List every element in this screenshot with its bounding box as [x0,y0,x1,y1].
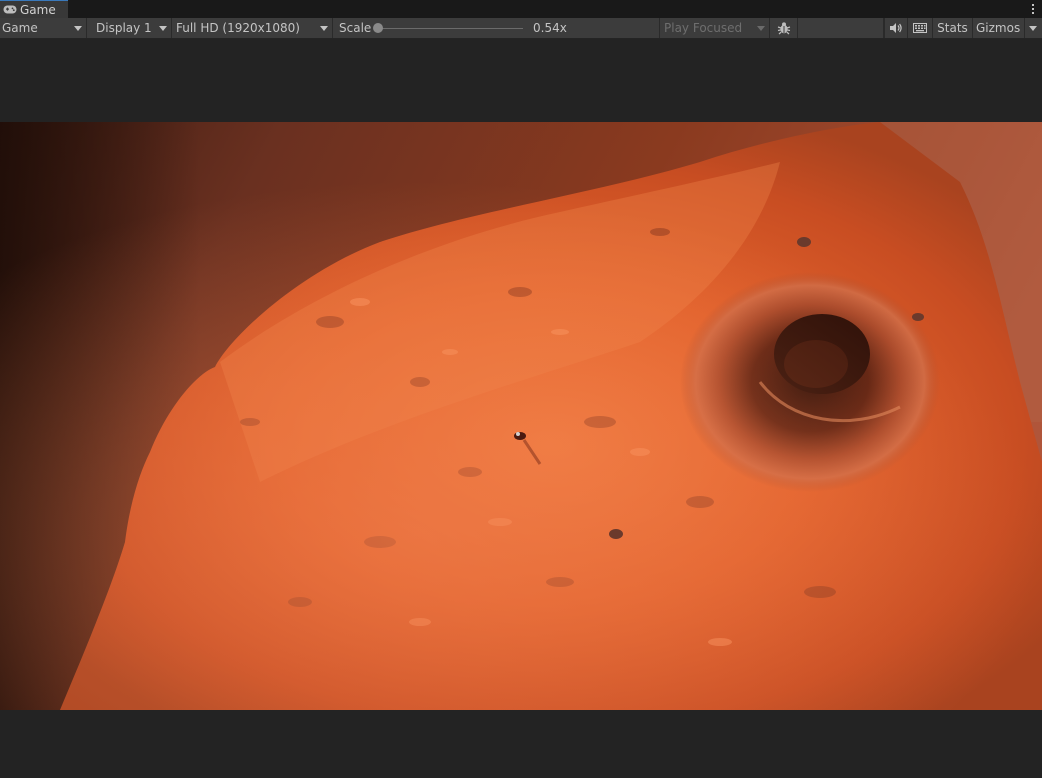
kebab-menu-icon[interactable] [1030,1,1036,17]
chevron-down-icon [74,26,82,31]
keyboard-icon[interactable] [908,18,933,38]
scale-control: Scale 0.54x [333,18,660,38]
scale-slider[interactable] [369,18,529,38]
gizmos-label: Gizmos [976,21,1021,35]
gizmos-toggle[interactable]: Gizmos [973,18,1025,38]
view-mode-label: Game [2,21,38,35]
chevron-down-icon [757,26,765,31]
stats-button[interactable]: Stats [933,18,973,38]
resolution-label: Full HD (1920x1080) [176,21,300,35]
scale-label: Scale [339,21,372,35]
tab-game[interactable]: Game [0,0,68,18]
bug-icon[interactable] [770,18,798,38]
scale-value: 0.54x [533,21,567,35]
speaker-icon[interactable] [884,18,908,38]
gamepad-icon [3,5,17,15]
mars-terrain-render [0,122,1042,710]
stats-label: Stats [937,21,968,35]
tab-label: Game [20,2,56,17]
display-label: Display 1 [96,21,152,35]
play-mode-dropdown[interactable]: Play Focused [660,18,770,38]
display-dropdown[interactable]: Display 1 [87,18,172,38]
scale-slider-thumb[interactable] [373,23,383,33]
resolution-dropdown[interactable]: Full HD (1920x1080) [172,18,333,38]
chevron-down-icon [1029,26,1037,31]
chevron-down-icon [320,26,328,31]
view-mode-dropdown[interactable]: Game [0,18,87,38]
window-tab-bar: Game [0,0,1042,18]
gizmos-dropdown[interactable] [1025,18,1042,38]
chevron-down-icon [159,26,167,31]
toolbar-spacer [798,18,884,38]
game-view-toolbar: Game Display 1 Full HD (1920x1080) Scale… [0,18,1042,39]
game-viewport[interactable] [0,122,1042,710]
play-mode-label: Play Focused [664,21,743,35]
